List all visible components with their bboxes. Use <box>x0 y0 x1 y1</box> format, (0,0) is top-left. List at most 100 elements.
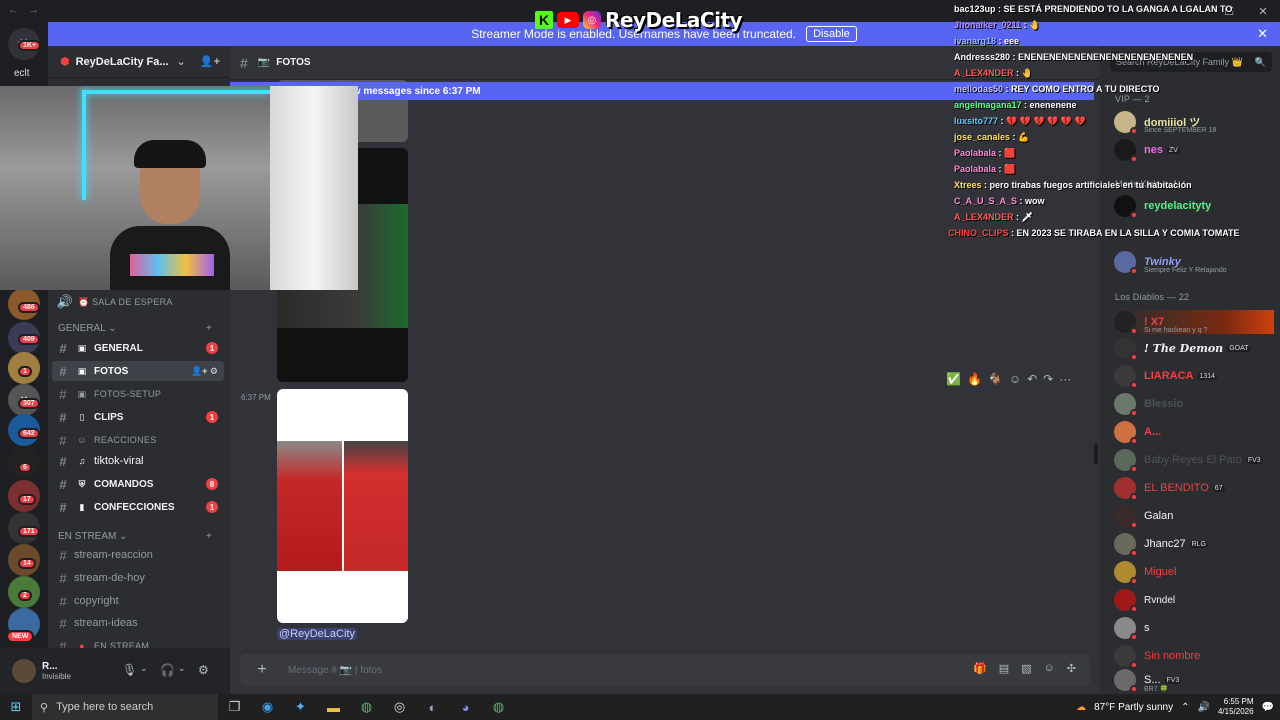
more-options-icon[interactable]: ··· <box>1059 372 1071 386</box>
overlay-chat-user: A_LEX4NDER <box>954 212 1014 222</box>
category-general[interactable]: GENERAL ⌄ + <box>58 323 212 334</box>
clock[interactable]: 6:55 PM 4/15/2026 <box>1218 697 1254 717</box>
forward-icon[interactable]: ↷ <box>1043 372 1053 386</box>
scrollbar[interactable] <box>1094 444 1098 464</box>
alarm-icon: ⏰ <box>78 296 90 307</box>
member-item[interactable]: EL BENDITO 67 <box>1114 476 1274 501</box>
overlay-chat-message: pero tirabas fuegos artificiales en tu h… <box>989 180 1192 190</box>
back-arrow-icon[interactable]: ← <box>8 4 19 16</box>
overlay-chat-user: meliodas50 <box>954 84 1004 94</box>
message-hover-toolbar: ✅ 🔥 🐐 ☺ ↶ ↷ ··· <box>946 372 1071 386</box>
member-item[interactable]: Blessio <box>1114 392 1274 417</box>
image-attachment[interactable] <box>277 389 408 623</box>
chevron-down-icon[interactable]: ⌄ <box>178 663 186 674</box>
overlay-chat-message: eee <box>1004 36 1020 46</box>
channel-confecciones[interactable]: # ▮ CONFECCIONES 1 <box>52 497 224 517</box>
channel-reacciones[interactable]: # ☺ REACCIONES <box>52 430 224 450</box>
chrome-icon[interactable]: ◍ <box>350 699 383 715</box>
add-reaction-icon[interactable]: ☺ <box>1009 372 1021 386</box>
overlay-chat-line: ivanarg18 : eee <box>954 36 1019 46</box>
obs-icon[interactable]: ◎ <box>383 699 416 715</box>
channel-fotos-setup[interactable]: # ▣ FOTOS-SETUP <box>52 384 224 404</box>
overlay-chat-line: jose_canales : 💪 <box>954 132 1029 143</box>
add-channel-icon[interactable]: + <box>206 531 212 542</box>
message-input[interactable]: + Message # 📷 | fotos 🎁 ▤ ▧ ☺ ✣ <box>240 654 1090 686</box>
member-item[interactable]: s <box>1114 616 1274 641</box>
server-header[interactable]: ⬢ ReyDeLaCity Fa... ⌄ 👤+ <box>48 46 230 78</box>
gif-icon[interactable]: ▤ <box>999 662 1009 675</box>
channel-stream-reaccion[interactable]: # stream-reaccion <box>52 545 224 565</box>
discord-icon[interactable]: ◕ <box>449 700 482 715</box>
sticker-icon[interactable]: ▧ <box>1021 662 1031 675</box>
headphones-icon[interactable]: 🎧 <box>160 663 175 677</box>
taskbar-search[interactable]: ⚲ Type here to search <box>32 694 218 720</box>
add-attachment-icon[interactable]: + <box>252 660 272 680</box>
channel-emoji-icon: ▣ <box>77 388 87 399</box>
channel-label: CLIPS <box>94 411 124 423</box>
avatar[interactable] <box>12 659 36 683</box>
brand-name: ReyDeLaCity <box>605 8 743 32</box>
weather-text[interactable]: 87°F Partly sunny <box>1094 702 1173 713</box>
overlay-chat-separator: : <box>1008 228 1017 238</box>
reaction-goat-icon[interactable]: 🐐 <box>988 372 1003 386</box>
disable-button[interactable]: Disable <box>806 26 857 42</box>
channel-settings-icon[interactable]: 👤+ ⚙ <box>191 366 218 377</box>
forward-arrow-icon[interactable]: → <box>28 4 39 16</box>
channel-emoji-icon: ▯ <box>79 411 85 422</box>
category-en-stream[interactable]: EN STREAM ⌄ + <box>58 531 212 542</box>
overlay-chat-user: bac123up <box>954 4 996 14</box>
task-view-icon[interactable]: ❐ <box>218 699 251 715</box>
hash-icon: # <box>59 363 67 379</box>
apps-icon[interactable]: ✣ <box>1067 662 1076 675</box>
add-channel-icon[interactable]: + <box>206 323 212 334</box>
file-explorer-icon[interactable]: ▬ <box>317 700 350 715</box>
channel-copyright[interactable]: # copyright <box>52 591 224 611</box>
chevron-down-icon[interactable]: ⌄ <box>140 663 148 674</box>
gear-icon[interactable]: ⚙ <box>198 663 209 677</box>
overlay-chat-user: Paolabala <box>954 148 997 158</box>
user-mention[interactable]: @ReyDeLaCity <box>277 628 357 640</box>
chrome-icon[interactable]: ◍ <box>482 699 515 715</box>
notifications-icon[interactable]: 💬 <box>1262 702 1274 713</box>
gift-icon[interactable]: 🎁 <box>973 662 987 675</box>
microphone-icon[interactable]: 🎙 <box>122 663 137 677</box>
channel-fotos[interactable]: # ▣ FOTOS 👤+ ⚙ <box>52 361 224 381</box>
overlay-chat-line: Andresss280 : ENENENENENENENENENENENENEN… <box>954 52 1193 62</box>
overlay-chat-user: luxsito777 <box>954 116 999 126</box>
windows-start-icon[interactable]: ⊞ <box>0 699 32 715</box>
channel-stream-ideas[interactable]: # stream-ideas <box>52 613 224 633</box>
channel-general[interactable]: # ▣ GENERAL 1 <box>52 338 224 358</box>
reaction-fire-icon[interactable]: 🔥 <box>967 372 982 386</box>
copilot-icon[interactable]: ✦ <box>284 699 317 715</box>
channel-comandos[interactable]: # ⛨ COMANDOS 8 <box>52 474 224 494</box>
member-item[interactable]: Sin nombre <box>1114 644 1274 669</box>
member-item[interactable]: Twinky Siempre Feliz Y Relajando <box>1114 250 1274 275</box>
member-item[interactable]: A... <box>1114 420 1274 445</box>
server-badge: 14 <box>18 558 36 569</box>
channel-tiktok-viral[interactable]: # ♫ tiktok-viral <box>52 451 224 471</box>
invite-people-icon[interactable]: 👤+ <box>200 55 220 68</box>
member-item[interactable]: ! X7 Si me hackean y q ? <box>1114 310 1274 335</box>
member-item[interactable]: Miguel <box>1114 560 1274 585</box>
emoji-icon[interactable]: ☺ <box>1044 662 1055 675</box>
member-item[interactable]: Jhanc27 RLG <box>1114 532 1274 557</box>
volume-icon[interactable]: 🔊 <box>1198 702 1210 713</box>
overlay-chat-separator: : <box>1017 196 1026 206</box>
reaction-check-icon[interactable]: ✅ <box>946 372 961 386</box>
member-item[interactable]: ! The Demon GOAT <box>1114 336 1274 361</box>
member-name: Rvndel <box>1144 594 1176 606</box>
avatar <box>1114 617 1138 641</box>
reply-icon[interactable]: ↶ <box>1027 372 1037 386</box>
overlay-chat-separator: : <box>996 148 1005 158</box>
network-icon[interactable]: ⌃ <box>1181 702 1189 713</box>
voice-channel-waiting[interactable]: 🔊 ⏰ SALA DE ESPERA <box>54 292 226 312</box>
edge-icon[interactable]: ◉ <box>251 699 284 715</box>
steam-icon[interactable]: ◐ <box>416 700 449 715</box>
channel-clips[interactable]: # ▯ CLIPS 1 <box>52 407 224 427</box>
member-item[interactable]: Baby Reyes El Pato FV3 <box>1114 448 1274 473</box>
member-item[interactable]: S... FV3 BR7 🍀 <box>1114 668 1274 693</box>
channel-stream-de-hoy[interactable]: # stream-de-hoy <box>52 568 224 588</box>
member-item[interactable]: Galan <box>1114 504 1274 529</box>
member-item[interactable]: LIARACA 1314 <box>1114 364 1274 389</box>
member-item[interactable]: Rvndel <box>1114 588 1274 613</box>
